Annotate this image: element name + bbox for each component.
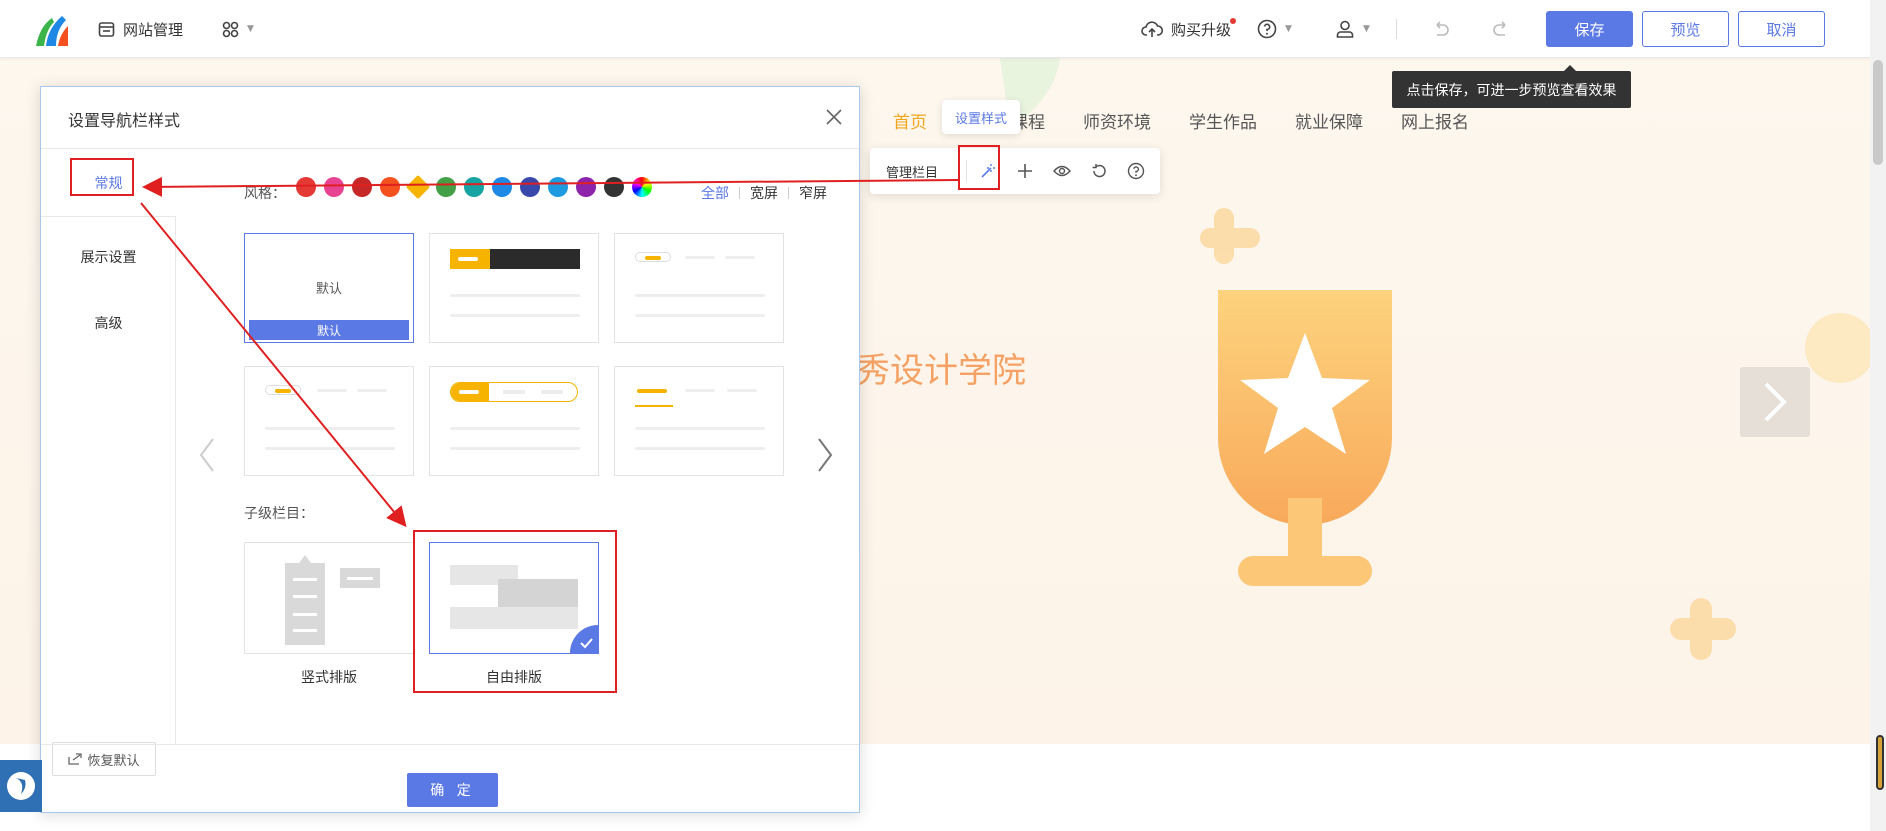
swatch-red[interactable]	[296, 177, 316, 197]
style-label: 风格：	[244, 186, 286, 202]
apps-menu[interactable]: ▼	[222, 0, 254, 58]
side-tab-advanced[interactable]: 高级	[41, 313, 176, 333]
style-card-2[interactable]	[429, 233, 599, 343]
close-icon[interactable]	[824, 107, 844, 127]
notification-dot	[1230, 18, 1236, 24]
add-button[interactable]	[1006, 148, 1043, 194]
service-chat-icon	[7, 772, 35, 800]
swatch-dark-red[interactable]	[352, 177, 372, 197]
swatch-teal[interactable]	[464, 177, 484, 197]
width-filters: 全部 宽屏 窄屏	[701, 183, 827, 203]
style-card-3[interactable]	[614, 233, 784, 343]
style-card-4[interactable]	[244, 366, 414, 476]
site-manage-label: 网站管理	[123, 20, 184, 39]
help-menu[interactable]: ▼	[1257, 0, 1292, 58]
chevron-down-icon: ▼	[1363, 24, 1370, 34]
eye-icon	[1052, 165, 1071, 177]
scrollbar-thumb[interactable]	[1873, 60, 1883, 165]
swatch-yellow[interactable]	[405, 174, 431, 200]
user-avatar-icon	[1336, 20, 1354, 38]
swatch-blue[interactable]	[492, 177, 512, 197]
chevron-left-icon[interactable]	[195, 435, 219, 475]
site-nav-item-teachers[interactable]: 师资环境	[1083, 108, 1151, 133]
side-tab-display[interactable]: 展示设置	[41, 247, 176, 267]
cancel-button[interactable]: 取消	[1738, 11, 1825, 47]
save-hint-tooltip: 点击保存，可进一步预览查看效果	[1392, 65, 1631, 108]
confirm-button[interactable]: 确 定	[407, 773, 498, 807]
swatch-indigo[interactable]	[520, 177, 540, 197]
sub-column-label: 子级栏目：	[244, 506, 314, 522]
divider	[1396, 19, 1397, 39]
help-question-icon	[1127, 162, 1144, 180]
rotate-left-icon	[1092, 164, 1106, 178]
cloud-upload-icon	[1141, 21, 1163, 37]
card-default-text: 默认	[315, 282, 342, 297]
manage-column-button[interactable]: 管理栏目	[886, 162, 964, 181]
grid-apps-icon	[222, 21, 239, 37]
chevron-down-icon: ▼	[1285, 24, 1292, 34]
swatch-purple[interactable]	[576, 177, 596, 197]
dialog-footer: 确 定	[41, 744, 859, 812]
filter-narrow[interactable]: 窄屏	[799, 183, 827, 203]
browser-window-icon	[98, 21, 115, 37]
site-nav-item-works[interactable]: 学生作品	[1189, 108, 1257, 133]
annotation-box-free-layout	[413, 530, 617, 693]
card-default-badge: 默认	[249, 320, 409, 340]
swatch-black[interactable]	[604, 177, 624, 197]
style-card-5[interactable]	[429, 366, 599, 476]
swatch-orange[interactable]	[380, 177, 400, 197]
style-card-6[interactable]	[614, 366, 784, 476]
site-nav-item-employment[interactable]: 就业保障	[1295, 108, 1363, 133]
swatch-custom[interactable]	[632, 177, 652, 197]
style-card-default[interactable]: 默认 默认	[244, 233, 414, 343]
divider	[739, 187, 740, 199]
dialog-header: 设置导航栏样式	[41, 87, 859, 149]
preview-button[interactable]: 预览	[1642, 11, 1729, 47]
top-bar: 网站管理 ▼ 购买升级 ▼ ▼ 保存 预览 取消	[0, 0, 1886, 58]
hero-title: 秀设计学院	[856, 351, 1026, 391]
plus-icon	[1017, 164, 1032, 178]
annotation-box-general-tab	[70, 158, 134, 196]
reset-button[interactable]	[1080, 148, 1117, 194]
divider	[788, 187, 789, 199]
swatch-green[interactable]	[436, 177, 456, 197]
column-help-button[interactable]	[1117, 148, 1154, 194]
filter-all[interactable]: 全部	[701, 183, 729, 203]
undo-icon	[1436, 21, 1449, 36]
floating-service-button[interactable]	[0, 760, 42, 812]
swatch-pink[interactable]	[324, 177, 344, 197]
user-menu[interactable]: ▼	[1335, 0, 1370, 58]
redo-icon	[1493, 21, 1506, 36]
undo-button[interactable]	[1432, 0, 1450, 58]
slider-next-button[interactable]	[1740, 367, 1810, 437]
dialog-title: 设置导航栏样式	[68, 111, 181, 130]
visibility-button[interactable]	[1043, 148, 1080, 194]
app-logo-icon[interactable]	[32, 12, 70, 48]
scroll-indicator	[1876, 735, 1884, 790]
site-manage-menu[interactable]: 网站管理	[98, 0, 183, 58]
upgrade-button[interactable]: 购买升级	[1141, 0, 1231, 58]
redo-button[interactable]	[1492, 0, 1510, 58]
set-style-tooltip: 设置样式	[942, 100, 1020, 134]
chevron-right-icon[interactable]	[813, 435, 837, 475]
page-scrollbar[interactable]	[1870, 0, 1886, 831]
filter-wide[interactable]: 宽屏	[750, 183, 778, 203]
chevron-down-icon: ▼	[247, 24, 254, 34]
chevron-right-icon	[1764, 382, 1787, 422]
sub-layout-vertical-label: 竖式排版	[301, 670, 357, 686]
swatch-sky-blue[interactable]	[548, 177, 568, 197]
color-swatches	[296, 174, 652, 200]
help-question-icon	[1257, 19, 1277, 39]
site-nav-item-home[interactable]: 首页	[893, 108, 927, 133]
annotation-box-set-style	[958, 145, 1000, 190]
column-toolbar: 管理栏目	[870, 148, 1160, 194]
sub-layout-vertical[interactable]	[244, 542, 414, 654]
nav-style-dialog: 设置导航栏样式 常规 展示设置 高级 恢复默认 风格： 全部 宽屏 窄屏 默认 …	[40, 86, 860, 813]
site-nav-item-apply[interactable]: 网上报名	[1401, 108, 1469, 133]
dialog-side-nav: 常规 展示设置 高级 恢复默认	[41, 149, 176, 776]
upgrade-label: 购买升级	[1171, 20, 1232, 39]
save-button[interactable]: 保存	[1546, 11, 1633, 47]
